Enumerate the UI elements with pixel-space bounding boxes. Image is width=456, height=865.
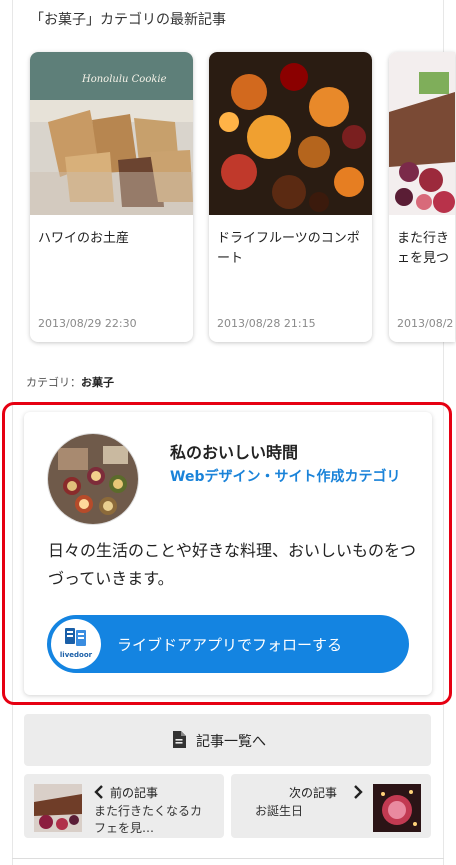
article-title[interactable]: ハワイのお土産 [38, 229, 187, 249]
livedoor-app-icon: livedoor [51, 619, 101, 669]
article-date: 2013/08/29 22:30 [38, 317, 137, 330]
article-card[interactable]: ドライフルーツのコンポート 2013/08/28 21:15 [209, 52, 372, 342]
article-title[interactable]: また行きたくなるカフェを見つけ [397, 229, 449, 269]
prev-post-link[interactable]: 前の記事 また行きたくなるカフェを見… [24, 774, 224, 838]
section-title: 「お菓子」カテゴリの最新記事 [30, 12, 226, 28]
all-posts-label: 記事一覧へ [196, 734, 266, 750]
blog-profile-card: 私のおいしい時間 Webデザイン・サイト作成カテゴリ 日々の生活のことや好きな料… [24, 412, 432, 695]
article-title[interactable]: ドライフルーツのコンポート [217, 229, 366, 269]
category-prefix: カテゴリ： [26, 376, 81, 389]
category-link[interactable]: お菓子 [81, 376, 114, 389]
prev-post-label: 前の記事 [110, 786, 159, 800]
article-card[interactable]: Honolulu Cookie ハワイのお土産 2013/08/29 22:30 [30, 52, 193, 342]
follow-button-label: ライブドアアプリでフォローする [117, 636, 343, 654]
next-post-label: 次の記事 [289, 786, 338, 800]
prev-post-thumbnail [34, 784, 82, 832]
category-line: カテゴリ：お菓子 [26, 374, 114, 390]
prev-post-title: また行きたくなるカフェを見… [94, 804, 203, 835]
next-post-title: お誕生日 [255, 804, 304, 818]
blog-description: 日々の生活のことや好きな料理、おいしいものをつづっていきます。 [48, 541, 417, 588]
svg-text:Honolulu Cookie: Honolulu Cookie [81, 74, 167, 85]
article-date: 2013/08/2 [397, 317, 454, 330]
blog-name[interactable]: 私のおいしい時間 [170, 439, 298, 463]
article-thumbnail [209, 52, 372, 215]
article-thumbnail [389, 52, 455, 215]
all-posts-button[interactable]: 記事一覧へ [24, 714, 431, 766]
blog-category-link[interactable]: Webデザイン・サイト作成カテゴリ [170, 466, 410, 488]
blog-avatar[interactable] [48, 434, 138, 524]
article-card[interactable]: また行きたくなるカフェを見つけ 2013/08/2 [389, 52, 455, 342]
document-icon [172, 731, 186, 752]
bottom-divider [12, 858, 444, 859]
next-post-thumbnail [373, 784, 421, 832]
article-thumbnail: Honolulu Cookie [30, 52, 193, 215]
article-date: 2013/08/28 21:15 [217, 317, 316, 330]
next-post-link[interactable]: 次の記事 お誕生日 [231, 774, 431, 838]
chevron-right-icon [353, 784, 363, 803]
follow-button[interactable]: livedoor ライブドアアプリでフォローする [47, 615, 409, 673]
chevron-left-icon [94, 784, 104, 803]
